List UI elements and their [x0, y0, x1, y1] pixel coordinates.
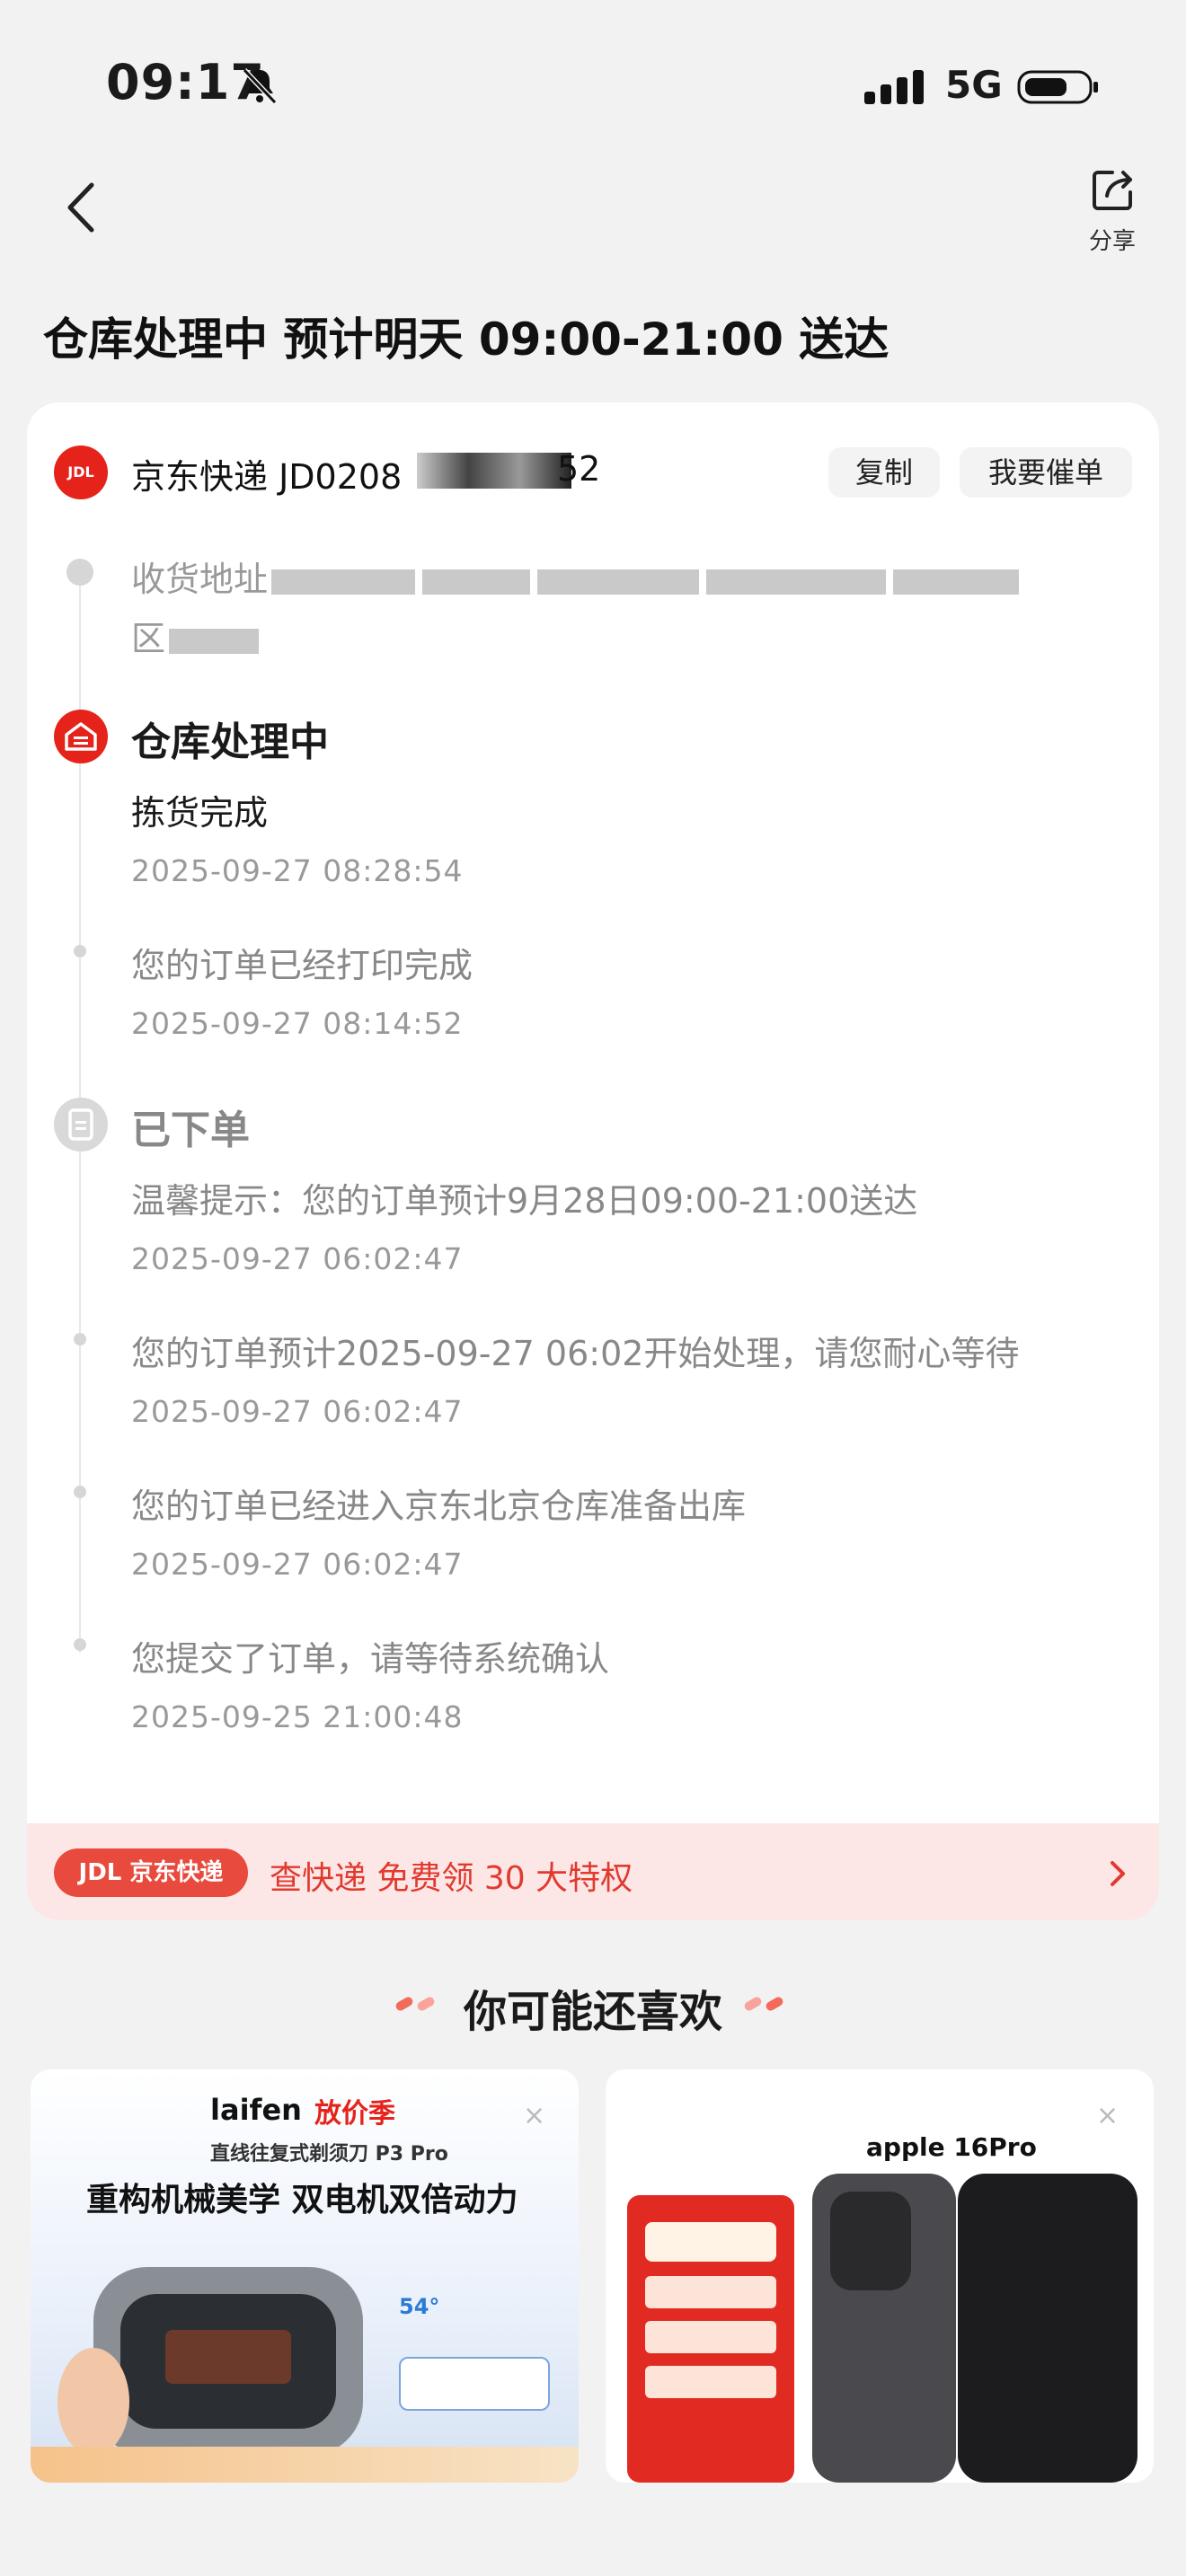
timeline-dot	[74, 945, 86, 957]
chevron-right-icon[interactable]	[1107, 1857, 1128, 1890]
share-icon[interactable]	[1087, 165, 1137, 216]
product-subtitle: 直线往复式剃须刀 P3 Pro	[210, 2143, 448, 2166]
product-tag: 放价季	[314, 2098, 395, 2130]
accessory-box	[399, 2357, 550, 2411]
promo-text[interactable]: 查快递 免费领 30 大特权	[270, 1852, 633, 1899]
stage-title-ordered: 已下单	[131, 1107, 250, 1153]
stage-title-warehouse: 仓库处理中	[131, 719, 329, 765]
copy-button[interactable]: 复制	[828, 447, 940, 498]
share-label[interactable]: 分享	[1075, 223, 1150, 256]
event-time: 2025-09-27 06:02:47	[131, 1547, 464, 1582]
promo-footer	[31, 2447, 579, 2483]
signal-icon	[864, 70, 924, 104]
urge-order-button[interactable]: 我要催单	[960, 447, 1132, 498]
timeline-dot	[74, 1638, 86, 1651]
product-headline: 重构机械美学 双电机双倍动力	[86, 2182, 518, 2219]
timeline-dot	[74, 1333, 86, 1345]
delivery-address: 收货地址 区	[131, 550, 1111, 668]
event-time: 2025-09-25 21:00:48	[131, 1699, 464, 1734]
bell-muted-icon	[242, 67, 278, 105]
tracking-number: 京东快递 JD0208	[131, 449, 402, 498]
event-text: 拣货完成	[131, 793, 269, 833]
event-text: 您的订单预计2025-09-27 06:02开始处理，请您耐心等待	[131, 1334, 1020, 1373]
angle-value: 54°	[399, 2294, 440, 2319]
camera-module	[830, 2192, 911, 2290]
nav-bar	[0, 153, 1186, 269]
event-time: 2025-09-27 06:02:47	[131, 1394, 464, 1429]
address-dot	[66, 559, 93, 586]
event-time: 2025-09-27 08:28:54	[131, 853, 464, 888]
event-time: 2025-09-27 06:02:47	[131, 1241, 464, 1276]
address-lead: 收货地址	[131, 560, 269, 599]
event-text: 您提交了订单，请等待系统确认	[131, 1639, 610, 1679]
battery-icon	[1017, 70, 1098, 104]
close-icon[interactable]: ×	[1096, 2100, 1119, 2131]
decor-right-icon	[744, 1997, 783, 2011]
delivery-status-title: 仓库处理中 预计明天 09:00-21:00 送达	[43, 313, 890, 366]
product-brand: laifen	[210, 2093, 302, 2127]
warehouse-icon	[54, 710, 108, 763]
back-icon[interactable]	[61, 176, 106, 239]
poster-row	[645, 2321, 776, 2353]
network-type: 5G	[945, 63, 1003, 107]
product-name: apple 16Pro	[866, 2132, 1037, 2162]
bottom-spacer	[0, 2483, 1186, 2576]
event-text: 您的订单已经打印完成	[131, 946, 474, 985]
timeline-dot	[74, 1486, 86, 1498]
event-text: 温馨提示：您的订单预计9月28日09:00-21:00送达	[131, 1181, 918, 1221]
tracking-number-redaction	[417, 453, 571, 489]
jdl-express-badge: JDL 京东快递	[54, 1848, 248, 1897]
order-placed-icon	[54, 1098, 108, 1151]
close-icon[interactable]: ×	[523, 2100, 545, 2131]
poster-row	[645, 2276, 776, 2308]
jdl-logo: JDL	[54, 446, 108, 499]
tracking-number-suffix: 52	[557, 449, 601, 489]
recommend-title: 你可能还喜欢	[463, 1987, 722, 2037]
event-time: 2025-09-27 08:14:52	[131, 1006, 464, 1041]
address-tail: 区	[131, 619, 166, 658]
event-text: 您的订单已经进入京东北京仓库准备出库	[131, 1486, 747, 1526]
poster-banner	[645, 2222, 776, 2262]
phone-front-image	[958, 2174, 1137, 2483]
poster-row	[645, 2366, 776, 2398]
product-card-iphone[interactable]	[606, 2069, 1154, 2483]
tracking-number-prefix: 京东快递 JD0208	[131, 457, 403, 497]
product-card-laifen[interactable]: 54°	[31, 2069, 579, 2483]
